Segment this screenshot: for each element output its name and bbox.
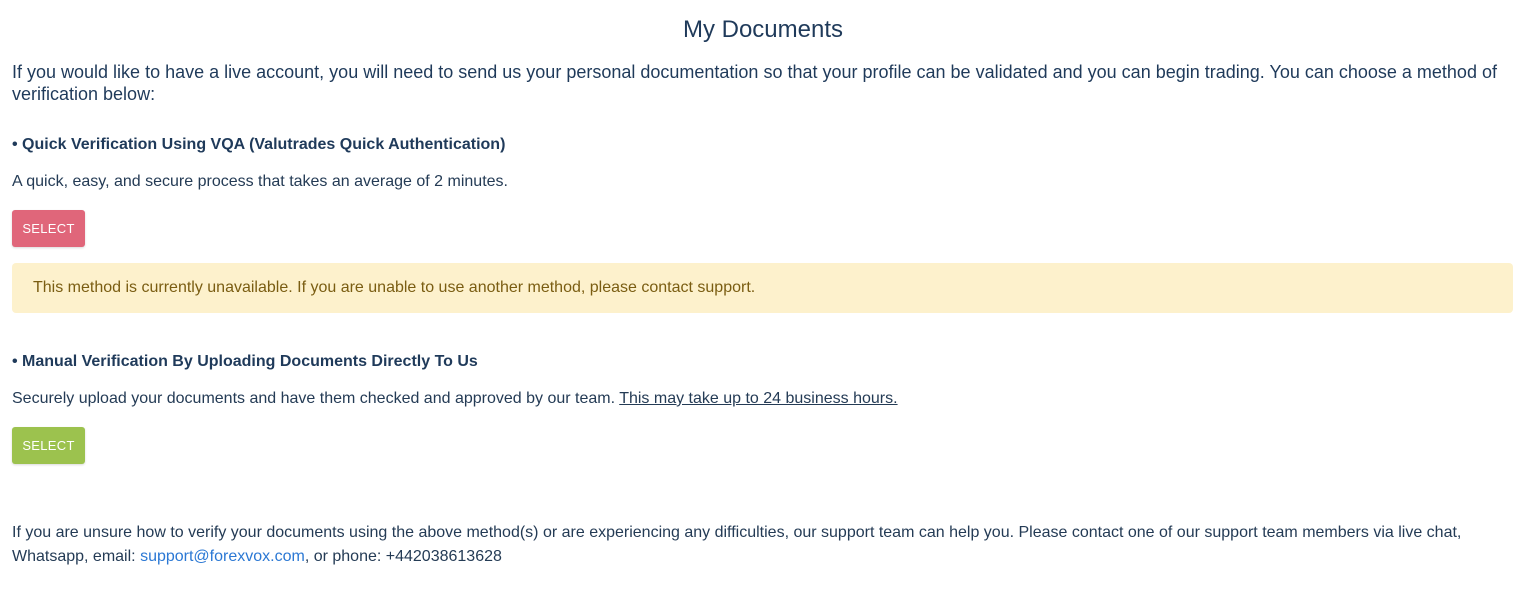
manual-verification-select-button[interactable]: SELECT <box>12 427 85 464</box>
support-phone-text: , or phone: +442038613628 <box>304 548 502 565</box>
manual-verification-description-text: Securely upload your documents and have … <box>12 390 620 407</box>
page-title: My Documents <box>682 16 844 43</box>
quick-verification-select-button[interactable]: SELECT <box>12 210 85 247</box>
support-info-text: If you are unsure how to verify your doc… <box>12 521 1512 569</box>
support-email-link[interactable]: support@forexvox.com <box>140 548 305 565</box>
manual-verification-heading: • Manual Verification By Uploading Docum… <box>12 353 478 370</box>
intro-text: If you would like to have a live account… <box>12 62 1497 104</box>
manual-verification-description: Securely upload your documents and have … <box>12 389 898 409</box>
unavailable-alert: This method is currently unavailable. If… <box>12 263 1513 313</box>
processing-time-note: This may take up to 24 business hours. <box>619 390 898 407</box>
quick-verification-description: A quick, easy, and secure process that t… <box>12 173 508 190</box>
quick-verification-heading: • Quick Verification Using VQA (Valutrad… <box>12 136 506 153</box>
